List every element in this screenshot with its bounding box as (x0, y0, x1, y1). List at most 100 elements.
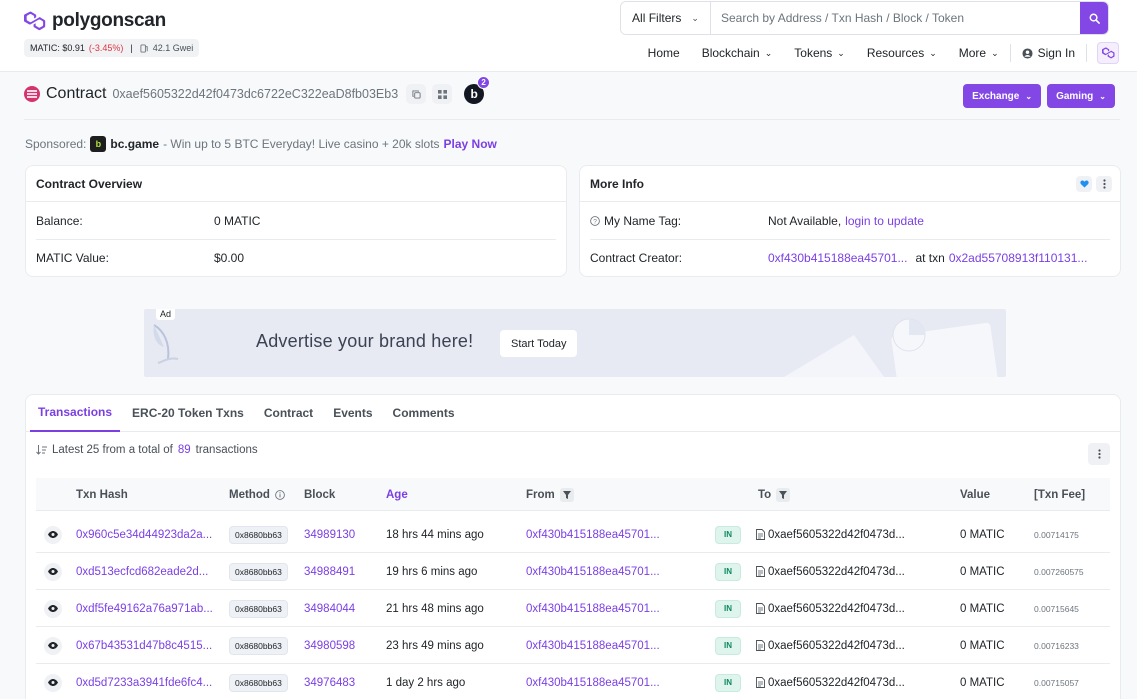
col-age-toggle[interactable]: Age (386, 478, 408, 511)
copy-icon (412, 89, 421, 99)
eye-icon (48, 568, 58, 575)
start-today-button[interactable]: Start Today (500, 330, 578, 357)
txn-hash-link[interactable]: 0xdf5fe49162a76a971ab... (76, 590, 213, 627)
to-filter-button[interactable] (776, 487, 791, 502)
tab-transactions[interactable]: Transactions (30, 395, 121, 432)
block-link[interactable]: 34988491 (304, 553, 355, 590)
to-address-link[interactable]: 0xaef5605322d42f0473d... (768, 640, 905, 652)
advertise-banner[interactable]: Ad Advertise your brand here! Start Toda… (144, 309, 1006, 377)
all-filters-label: All Filters (632, 11, 682, 25)
txn-options-button[interactable] (1088, 443, 1110, 465)
tab-comments[interactable]: Comments (385, 395, 463, 432)
txn-age: 19 hrs 6 mins ago (386, 565, 478, 578)
gaming-label: Gaming (1056, 90, 1094, 102)
block-link[interactable]: 34980598 (304, 627, 355, 664)
polygon-logo-icon (1101, 47, 1115, 59)
direction-badge: IN (715, 599, 741, 618)
matic-price-pill: MATIC: $0.91 (-3.45%) | 42.1 Gwei (24, 39, 200, 57)
to-address-link[interactable]: 0xaef5605322d42f0473d... (768, 566, 905, 578)
nav-tokens[interactable]: Tokens ⌄ (783, 38, 856, 68)
gas-pump-icon (140, 43, 148, 53)
from-address-link[interactable]: 0xf430b415188ea45701... (526, 627, 660, 664)
txn-hash-link[interactable]: 0xd513ecfcd682eade2d... (76, 553, 208, 590)
creator-label: Contract Creator: (590, 251, 683, 265)
txn-preview-button[interactable] (44, 599, 62, 618)
nav-sign-in[interactable]: Sign In (1011, 38, 1086, 68)
ad-chart-illustration (784, 318, 998, 377)
search-bar: All Filters ⌄ (620, 1, 1109, 35)
creator-txn-link[interactable]: 0x2ad55708913f110131... (949, 251, 1088, 265)
txn-preview-button[interactable] (44, 525, 62, 544)
main-nav: Home Blockchain ⌄ Tokens ⌄ Resources ⌄ More… (637, 38, 1119, 68)
from-address-link[interactable]: 0xf430b415188ea45701... (526, 516, 660, 553)
txn-hash-link[interactable]: 0xd5d7233a3941fde6fc4... (76, 664, 212, 699)
txn-fee: 0.00716233 (1034, 640, 1079, 651)
search-icon (1089, 13, 1100, 24)
qr-code-button[interactable] (432, 84, 453, 104)
tab-bar: Transactions ERC-20 Token Txns Contract … (26, 395, 1120, 432)
polygonscan-logo[interactable]: polygonscan (24, 10, 166, 32)
from-address-link[interactable]: 0xf430b415188ea45701... (526, 590, 660, 627)
col-txn-fee[interactable]: [Txn Fee] (1034, 478, 1085, 511)
col-from-label: From (526, 488, 555, 501)
contract-file-icon (756, 566, 765, 577)
all-filters-dropdown[interactable]: All Filters ⌄ (621, 2, 711, 34)
txn-preview-button[interactable] (44, 636, 62, 655)
to-address-link[interactable]: 0xaef5605322d42f0473d... (768, 677, 905, 689)
info-circle-icon[interactable] (275, 489, 285, 500)
play-now-link[interactable]: Play Now (444, 137, 497, 151)
creator-address-link[interactable]: 0xf430b415188ea45701... (768, 251, 907, 265)
sponsored-brand[interactable]: bc.game (110, 137, 159, 151)
nav-home[interactable]: Home (637, 38, 691, 68)
txn-value: 0 MATIC (960, 565, 1005, 578)
contract-address: 0xaef5605322d42f0473dc6722eC322eaD8fb03E… (112, 87, 399, 101)
tab-erc20-token-txns[interactable]: ERC-20 Token Txns (124, 395, 252, 432)
txn-preview-button[interactable] (44, 673, 62, 692)
nav-blockchain[interactable]: Blockchain ⌄ (691, 38, 784, 68)
txn-preview-button[interactable] (44, 562, 62, 581)
chevron-down-icon: ⌄ (837, 47, 845, 58)
from-address-link[interactable]: 0xf430b415188ea45701... (526, 553, 660, 590)
nav-more-label: More (958, 46, 987, 60)
gas-price: 42.1 Gwei (152, 43, 194, 53)
exchange-dropdown-button[interactable]: Exchange ⌄ (963, 84, 1042, 108)
txn-hash-link[interactable]: 0x960c5e34d44923da2a... (76, 516, 212, 553)
blockscan-chat-button[interactable]: b 2 (464, 76, 491, 104)
tab-events[interactable]: Events (325, 395, 380, 432)
to-address-link[interactable]: 0xaef5605322d42f0473d... (768, 603, 905, 615)
block-link[interactable]: 34989130 (304, 516, 355, 553)
copy-address-button[interactable] (406, 84, 427, 104)
method-badge: 0x8680bb63 (229, 525, 288, 544)
txn-age: 18 hrs 44 mins ago (386, 528, 484, 541)
network-switch-button[interactable] (1097, 42, 1119, 64)
from-address-link[interactable]: 0xf430b415188ea45701... (526, 664, 660, 699)
from-filter-button[interactable] (559, 487, 574, 502)
search-input[interactable] (711, 2, 1080, 34)
contract-file-icon (756, 640, 765, 651)
transactions-card: Transactions ERC-20 Token Txns Contract … (25, 394, 1121, 699)
gaming-dropdown-button[interactable]: Gaming ⌄ (1047, 84, 1115, 108)
contract-file-icon (756, 529, 765, 540)
more-info-title: More Info (590, 176, 644, 191)
method-badge: 0x8680bb63 (229, 599, 288, 618)
more-options-button[interactable] (1096, 176, 1112, 192)
col-value: Value (960, 488, 991, 501)
matic-value-row: MATIC Value: $0.00 (36, 239, 556, 276)
total-txn-count[interactable]: 89 (178, 444, 191, 456)
sponsored-banner: Sponsored: b bc.game - Win up to 5 BTC E… (25, 136, 497, 152)
txn-hash-link[interactable]: 0x67b43531d47b8c4515... (76, 627, 212, 664)
search-button[interactable] (1080, 2, 1108, 34)
nav-resources[interactable]: Resources ⌄ (856, 38, 948, 68)
block-link[interactable]: 34984044 (304, 590, 355, 627)
to-address-link[interactable]: 0xaef5605322d42f0473d... (768, 529, 905, 541)
col-method: Method (229, 478, 285, 511)
nav-resources-label: Resources (866, 46, 925, 60)
block-link[interactable]: 34976483 (304, 664, 355, 699)
login-to-update-link[interactable]: login to update (845, 214, 924, 228)
nav-more[interactable]: More ⌄ (948, 38, 1010, 68)
txn-fee: 0.00715057 (1034, 677, 1079, 688)
favorite-button[interactable] (1076, 176, 1092, 192)
tab-contract[interactable]: Contract (256, 395, 321, 432)
direction-badge: IN (715, 636, 741, 655)
chevron-down-icon: ⌄ (764, 47, 773, 58)
